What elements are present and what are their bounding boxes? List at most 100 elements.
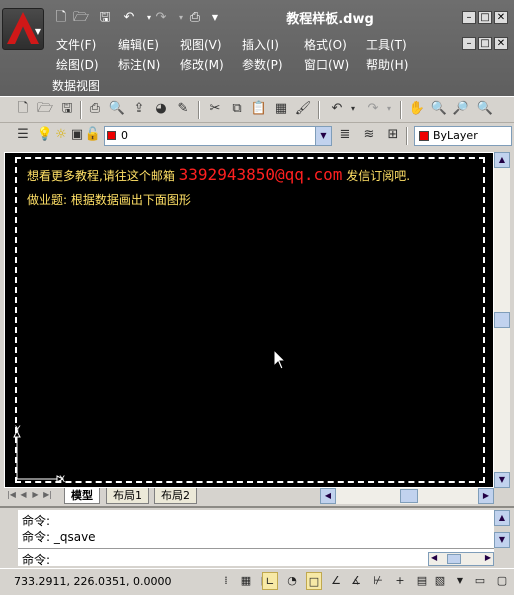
tab-layout2[interactable]: 布局2 (154, 488, 197, 504)
model-space-icon[interactable]: ▢ (494, 572, 510, 590)
make-current-layer-icon[interactable]: ≣ (336, 126, 354, 144)
cmd-scroll-right-icon[interactable]: ▶ (485, 553, 491, 562)
plot-preview-icon[interactable]: 🔍 (108, 100, 126, 118)
command-history[interactable]: 命令: 命令: _qsave 命令: (18, 510, 494, 567)
layer-previous-icon[interactable]: ≋ (360, 126, 378, 144)
canvas-text-line1[interactable]: 想看更多教程,请往这个邮箱 3392943850@qq.com 发信订阅吧. (27, 165, 410, 184)
cmd-scroll-thumb[interactable] (447, 554, 461, 564)
etransmit-icon[interactable]: ✎ (174, 100, 192, 118)
application-menu-button[interactable]: ▼ (2, 8, 44, 50)
horizontal-scrollbar[interactable]: ◀ ▶ (320, 488, 494, 504)
infer-constraints-icon[interactable]: ⁞ (218, 572, 234, 590)
scroll-left-icon[interactable]: ◀ (320, 488, 336, 504)
layer-dropdown[interactable]: 0 ▼ (104, 126, 332, 146)
clean-screen-icon[interactable]: ▭ (472, 572, 488, 590)
coordinate-readout[interactable]: 733.2911, 226.0351, 0.0000 (14, 575, 171, 588)
menu-view[interactable]: 视图(V) (180, 36, 222, 53)
save-icon[interactable]: 🖫 (96, 10, 114, 26)
menu-modify[interactable]: 修改(M) (180, 56, 224, 73)
object-snap-icon[interactable]: □ (306, 572, 322, 590)
publish-icon[interactable]: ⇪ (130, 100, 148, 118)
doc-restore-button[interactable]: □ (478, 37, 492, 50)
zoom-window-icon[interactable]: 🔎 (452, 100, 470, 118)
plot-icon[interactable]: ⎙ (186, 10, 204, 26)
menu-format[interactable]: 格式(O) (304, 36, 347, 53)
lineweight-icon[interactable]: ▤ (414, 572, 430, 590)
app-maximize-button[interactable]: □ (478, 11, 492, 24)
cmd-scroll-down-icon[interactable]: ▼ (494, 532, 510, 548)
tab-model[interactable]: 模型 (64, 488, 100, 504)
menu-data-view[interactable]: 数据视图 (52, 77, 100, 94)
save-icon[interactable]: 🖫 (58, 100, 76, 118)
scroll-up-icon[interactable]: ▲ (494, 152, 510, 168)
menu-edit[interactable]: 编辑(E) (118, 36, 159, 53)
scroll-right-icon[interactable]: ▶ (478, 488, 494, 504)
menu-draw[interactable]: 绘图(D) (56, 56, 99, 73)
paste-icon[interactable]: 📋 (250, 100, 268, 118)
menu-parametric[interactable]: 参数(P) (242, 56, 283, 73)
undo-icon[interactable]: ↶ (120, 10, 138, 26)
menu-insert[interactable]: 插入(I) (242, 36, 279, 53)
layer-states-icon[interactable]: ⊞ (384, 126, 402, 144)
menu-window[interactable]: 窗口(W) (304, 56, 349, 73)
app-close-button[interactable]: ✕ (494, 11, 508, 24)
pan-icon[interactable]: ✋ (408, 100, 426, 118)
open-icon[interactable]: 🗁 (72, 10, 90, 26)
drawing-canvas[interactable]: 想看更多教程,请往这个邮箱 3392943850@qq.com 发信订阅吧. 做… (4, 152, 494, 488)
open-icon[interactable]: 🗁 (36, 100, 54, 118)
horizontal-scroll-thumb[interactable] (400, 489, 418, 503)
3d-object-snap-icon[interactable]: ∠ (328, 572, 344, 590)
dynamic-input-icon[interactable]: + (392, 572, 408, 590)
quick-properties-icon[interactable]: ▧ (432, 572, 448, 590)
redo-icon[interactable]: ↷ (152, 10, 170, 26)
menu-help[interactable]: 帮助(H) (366, 56, 408, 73)
doc-close-button[interactable]: ✕ (494, 37, 508, 50)
zoom-previous-icon[interactable]: 🔍 (476, 100, 494, 118)
toolbar-separator (318, 101, 320, 119)
menu-tools[interactable]: 工具(T) (366, 36, 407, 53)
ucs-x-label: X (59, 475, 66, 485)
first-tab-icon[interactable]: |◀ (6, 489, 17, 501)
canvas-text-line2[interactable]: 做业题: 根据数据画出下面图形 (27, 191, 191, 208)
dynamic-ucs-icon[interactable]: ⊬ (370, 572, 386, 590)
zoom-realtime-icon[interactable]: 🔍 (430, 100, 448, 118)
command-input[interactable]: 命令: (18, 548, 494, 567)
cut-icon[interactable]: ✂ (206, 100, 224, 118)
canvas-text-prefix: 想看更多教程,请往这个邮箱 (27, 169, 175, 183)
next-tab-icon[interactable]: ▶ (30, 489, 41, 501)
new-icon[interactable]: 🗋 (52, 10, 70, 26)
vertical-scroll-thumb[interactable] (494, 312, 510, 328)
customize-quick-access-icon[interactable]: ▼ (206, 10, 224, 26)
color-dropdown[interactable]: ByLayer (414, 126, 512, 146)
doc-minimize-button[interactable]: – (462, 37, 476, 50)
cmd-scroll-up-icon[interactable]: ▲ (494, 510, 510, 526)
command-history-line: 命令: _qsave (22, 530, 96, 544)
app-minimize-button[interactable]: – (462, 11, 476, 24)
object-snap-tracking-icon[interactable]: ∡ (348, 572, 364, 590)
snap-mode-icon[interactable]: ▦ (238, 572, 254, 590)
cmd-horizontal-scrollbar[interactable]: ◀ ▶ (428, 552, 494, 566)
chevron-down-icon[interactable]: ▼ (315, 127, 331, 145)
ortho-mode-icon[interactable]: ∟ (262, 572, 278, 590)
prev-tab-icon[interactable]: ◀ (18, 489, 29, 501)
command-prompt: 命令: (22, 553, 51, 567)
tab-layout1[interactable]: 布局1 (106, 488, 149, 504)
lock-icon[interactable]: 🔓 (84, 126, 102, 144)
undo-dropdown-icon[interactable]: ▾ (344, 100, 362, 118)
menu-dimension[interactable]: 标注(N) (118, 56, 160, 73)
plot-icon[interactable]: ⎙ (86, 100, 104, 118)
qnew-icon[interactable]: 🗋 (14, 100, 32, 118)
menu-file[interactable]: 文件(F) (56, 36, 96, 53)
scroll-down-icon[interactable]: ▼ (494, 472, 510, 488)
paste-block-icon[interactable]: ▦ (272, 100, 290, 118)
polar-tracking-icon[interactable]: ◔ (284, 572, 300, 590)
match-properties-icon[interactable]: 🖌 (294, 100, 312, 118)
canvas-text-suffix: 发信订阅吧. (346, 169, 411, 183)
copy-icon[interactable]: ⧉ (228, 100, 246, 118)
cmd-scroll-left-icon[interactable]: ◀ (431, 553, 437, 562)
status-dropdown-icon[interactable]: ▼ (452, 572, 468, 590)
redo-dropdown-icon[interactable]: ▾ (380, 100, 398, 118)
layer-manager-icon[interactable]: ☰ (14, 126, 32, 144)
3d-dwf-icon[interactable]: ◕ (152, 100, 170, 118)
last-tab-icon[interactable]: ▶| (42, 489, 53, 501)
